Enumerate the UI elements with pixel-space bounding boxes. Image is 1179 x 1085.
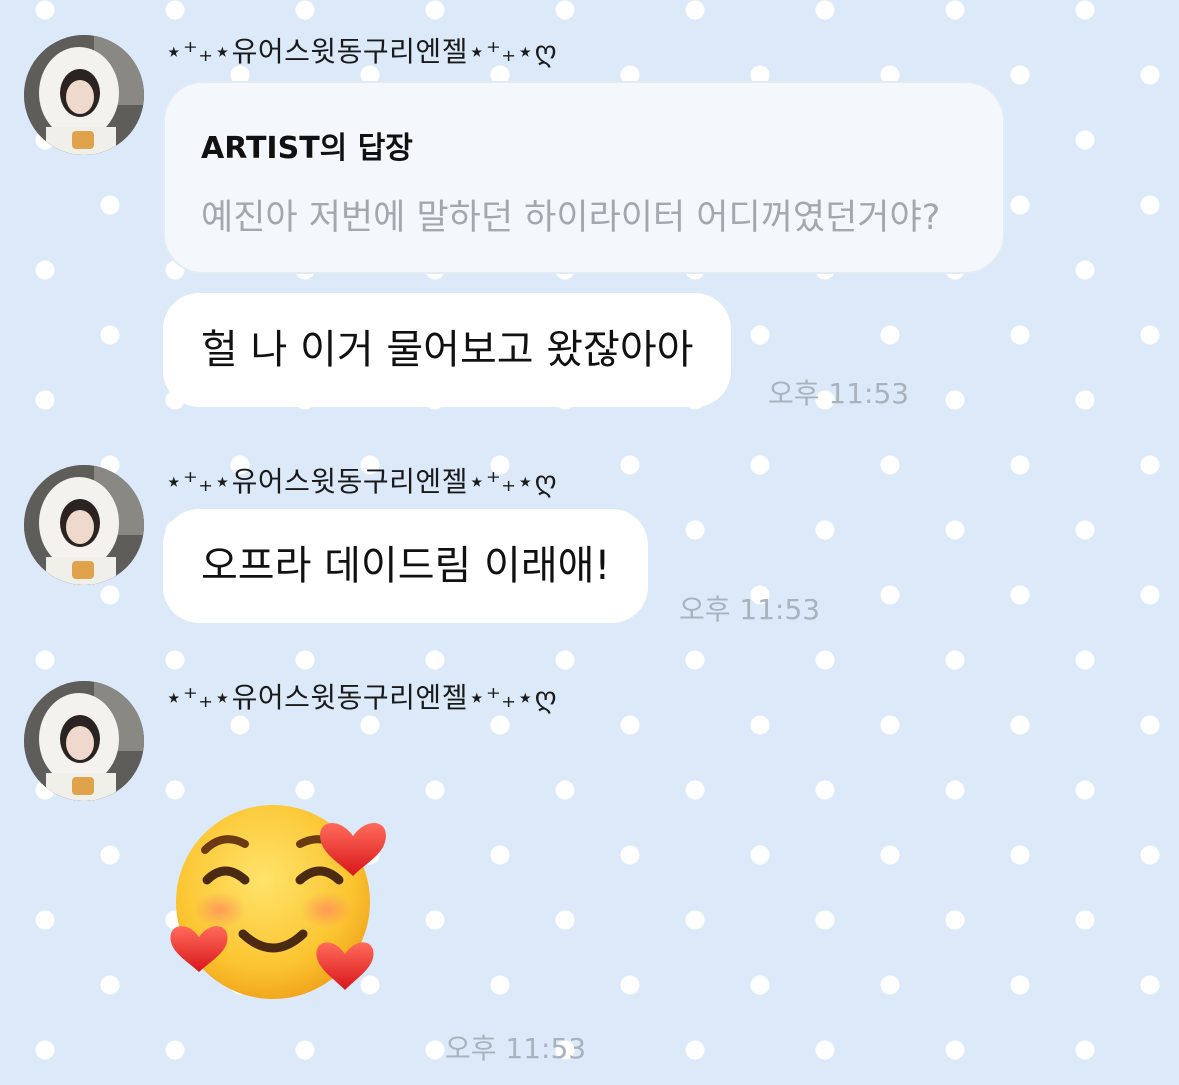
sender-avatar[interactable] [24,35,144,155]
message-time: 오후 11:53 [679,593,821,626]
sender-avatar[interactable] [24,681,144,801]
sender-avatar[interactable] [24,465,144,585]
sender-name: ⋆⁺₊⋆유어스윗동구리엔젤⋆⁺₊⋆ღ [165,681,558,714]
reply-title: ARTIST의 답장 [201,131,413,166]
message-time: 오후 11:53 [445,1032,587,1065]
message-time: 오후 11:53 [768,377,910,410]
reply-quote-card[interactable]: ARTIST의 답장 예진아 저번에 말하던 하이라이터 어디꺼였던거야? [163,81,1005,274]
avatar-photo-icon [24,681,144,801]
reply-quoted-text: 예진아 저번에 말하던 하이라이터 어디꺼였던거야? [201,198,941,238]
message-text: 오프라 데이드림 이래애! [201,543,611,589]
message-bubble[interactable]: 오프라 데이드림 이래애! [163,509,649,623]
sender-name: ⋆⁺₊⋆유어스윗동구리엔젤⋆⁺₊⋆ღ [165,35,558,68]
avatar-photo-icon [24,35,144,155]
message-text: 헐 나 이거 물어보고 왔잖아아 [201,327,694,373]
smiling-face-with-hearts-icon[interactable] [165,792,390,1002]
sender-name: ⋆⁺₊⋆유어스윗동구리엔젤⋆⁺₊⋆ღ [165,465,558,498]
avatar-photo-icon [24,465,144,585]
message-bubble[interactable]: 헐 나 이거 물어보고 왔잖아아 [163,293,732,407]
